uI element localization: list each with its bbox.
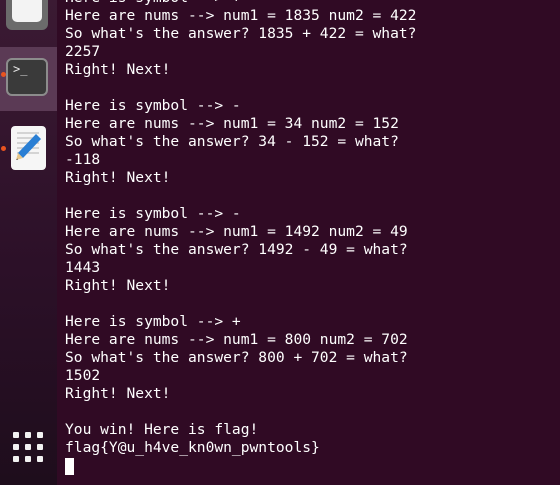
terminal-line: So what's the answer? 34 - 152 = what? [65,133,399,150]
terminal-line: 2257 [65,43,101,60]
apps-grid-icon[interactable] [12,431,44,463]
prompt-line[interactable] [65,457,555,475]
terminal-line: Here are nums --> num1 = 1835 num2 = 422 [65,7,417,24]
terminal-line: Here is symbol --> - [65,205,241,222]
terminal-line: Here are nums --> num1 = 34 num2 = 152 [65,115,399,132]
terminal-line: So what's the answer? 1835 + 422 = what? [65,25,417,42]
pencil-icon [16,132,41,160]
terminal-line: Right! Next! [65,385,171,402]
terminal-icon: >_ [6,58,48,96]
files-app-button[interactable] [0,0,57,36]
terminal-icon-glyph: >_ [13,62,28,76]
text-cursor [65,458,74,475]
terminal-output[interactable]: Here is symbol --> +Here are nums --> nu… [65,0,555,475]
terminal-line: Right! Next! [65,277,171,294]
running-indicator [1,146,6,151]
text-editor-app-button[interactable] [0,120,57,176]
terminal-line: Here is symbol --> - [65,97,241,114]
terminal-line: Right! Next! [65,61,171,78]
terminal-line: flag{Y@u_h4ve_kn0wn_pwntools} [65,439,320,456]
terminal-line: 1502 [65,367,101,384]
terminal-line: Here are nums --> num1 = 800 num2 = 702 [65,331,408,348]
terminal-line: Here is symbol --> + [65,313,241,330]
terminal-line: You win! Here is flag! [65,421,259,438]
terminal-line: So what's the answer? 800 + 702 = what? [65,349,408,366]
terminal-line: Here is symbol --> + [65,0,555,7]
dock: >_ [0,0,57,485]
terminal-line: So what's the answer? 1492 - 49 = what? [65,241,408,258]
terminal-line: Right! Next! [65,169,171,186]
terminal-line: Here are nums --> num1 = 1492 num2 = 49 [65,223,408,240]
terminal-line: -118 [65,151,101,168]
terminal-app-button[interactable]: >_ [0,47,57,111]
terminal-line: 1443 [65,259,101,276]
